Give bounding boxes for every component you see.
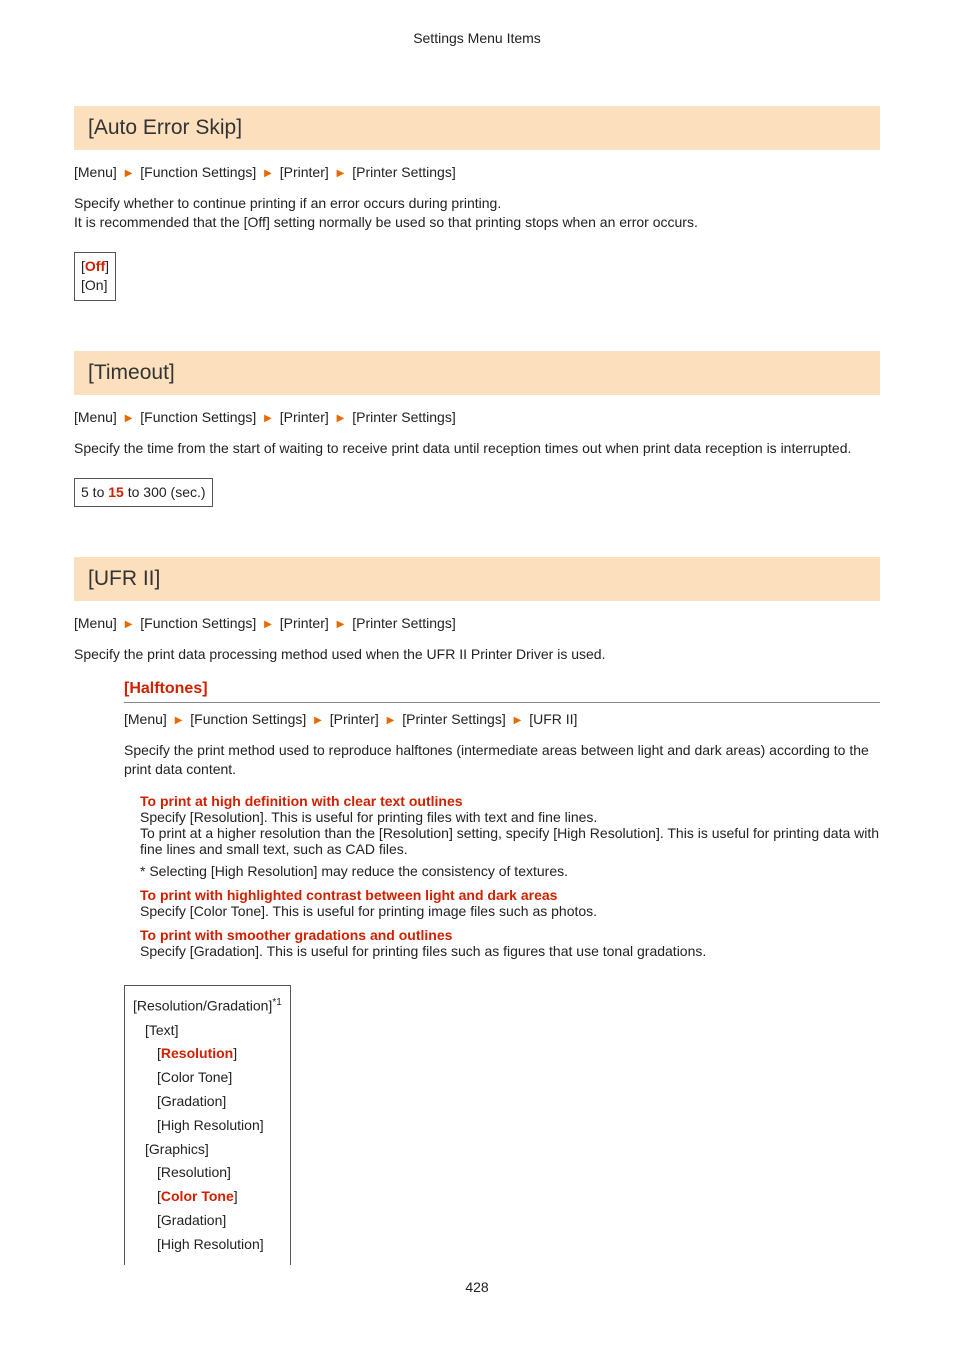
breadcrumb-item: [UFR II] [529, 711, 577, 727]
chevron-right-icon: ▶ [125, 168, 133, 179]
breadcrumb-item: [Function Settings] [140, 409, 256, 425]
chevron-right-icon: ▶ [175, 715, 183, 726]
breadcrumb-item: [Printer] [280, 409, 329, 425]
section-heading-timeout: [Timeout] [74, 351, 880, 395]
halftones-p1-head: To print at high definition with clear t… [140, 793, 880, 809]
halftones-p1-l1: Specify [Resolution]. This is useful for… [140, 809, 880, 825]
option-on: [On] [81, 276, 109, 296]
breadcrumb-item: [Printer Settings] [352, 615, 456, 631]
breadcrumb-item: [Menu] [74, 409, 117, 425]
halftones-p3-head: To print with smoother gradations and ou… [140, 927, 880, 943]
breadcrumb-item: [Menu] [74, 164, 117, 180]
breadcrumb-item: [Printer] [280, 615, 329, 631]
halftones-p1-note: * Selecting [High Resolution] may reduce… [140, 863, 880, 879]
page-content: Settings Menu Items [Auto Error Skip] [M… [0, 0, 954, 1335]
chevron-right-icon: ▶ [337, 619, 345, 630]
halftones-para-3: To print with smoother gradations and ou… [140, 927, 880, 959]
opt-row-g-color-tone: [Color Tone] [133, 1185, 282, 1209]
section-heading-ufr-ii: [UFR II] [74, 557, 880, 601]
breadcrumb-item: [Function Settings] [140, 615, 256, 631]
chevron-right-icon: ▶ [314, 715, 322, 726]
breadcrumb-item: [Printer Settings] [352, 164, 456, 180]
sub-heading-halftones: [Halftones] [124, 680, 880, 703]
breadcrumb-halftones: [Menu] ▶ [Function Settings] ▶ [Printer]… [124, 711, 880, 727]
chevron-right-icon: ▶ [264, 413, 272, 424]
opt-row-high-resolution: [High Resolution] [133, 1114, 282, 1138]
breadcrumb-item: [Printer] [330, 711, 379, 727]
chevron-right-icon: ▶ [264, 168, 272, 179]
opt-row-g-resolution: [Resolution] [133, 1161, 282, 1185]
description-auto-error-skip: Specify whether to continue printing if … [74, 194, 880, 232]
halftones-para-2: To print with highlighted contrast betwe… [140, 887, 880, 919]
halftones-p2-l1: Specify [Color Tone]. This is useful for… [140, 903, 880, 919]
option-box-auto-error-skip: [Off] [On] [74, 252, 116, 301]
opt-row-resolution: [Resolution] [133, 1042, 282, 1066]
breadcrumb-item: [Function Settings] [140, 164, 256, 180]
breadcrumb-timeout: [Menu] ▶ [Function Settings] ▶ [Printer]… [74, 409, 880, 425]
option-off: [Off] [81, 257, 109, 277]
halftones-intro: Specify the print method used to reprodu… [124, 741, 880, 779]
opt-row-graphics: [Graphics] [133, 1138, 282, 1162]
opt-row-rg: [Resolution/Gradation]*1 [133, 994, 282, 1018]
chevron-right-icon: ▶ [387, 715, 395, 726]
opt-row-g-gradation: [Gradation] [133, 1209, 282, 1233]
option-box-timeout: 5 to 15 to 300 (sec.) [74, 478, 213, 508]
breadcrumb-item: [Function Settings] [190, 711, 306, 727]
chevron-right-icon: ▶ [264, 619, 272, 630]
sub-section-halftones: [Halftones] [Menu] ▶ [Function Settings]… [124, 680, 880, 1264]
chevron-right-icon: ▶ [514, 715, 522, 726]
opt-row-color-tone: [Color Tone] [133, 1066, 282, 1090]
chevron-right-icon: ▶ [125, 413, 133, 424]
page-header: Settings Menu Items [74, 30, 880, 46]
option-table-halftones: [Resolution/Gradation]*1 [Text] [Resolut… [124, 985, 291, 1264]
opt-row-g-high-resolution: [High Resolution] [133, 1233, 282, 1257]
breadcrumb-item: [Printer Settings] [402, 711, 506, 727]
opt-row-gradation: [Gradation] [133, 1090, 282, 1114]
section-heading-auto-error-skip: [Auto Error Skip] [74, 106, 880, 150]
opt-row-text: [Text] [133, 1019, 282, 1043]
halftones-p1-l2: To print at a higher resolution than the… [140, 825, 880, 857]
breadcrumb-ufr-ii: [Menu] ▶ [Function Settings] ▶ [Printer]… [74, 615, 880, 631]
halftones-p2-head: To print with highlighted contrast betwe… [140, 887, 880, 903]
description-ufr-ii: Specify the print data processing method… [74, 645, 880, 664]
breadcrumb-item: [Printer Settings] [352, 409, 456, 425]
description-timeout: Specify the time from the start of waiti… [74, 439, 880, 458]
breadcrumb-item: [Menu] [74, 615, 117, 631]
page-number: 428 [74, 1279, 880, 1295]
chevron-right-icon: ▶ [337, 413, 345, 424]
breadcrumb-item: [Menu] [124, 711, 167, 727]
chevron-right-icon: ▶ [125, 619, 133, 630]
breadcrumb-item: [Printer] [280, 164, 329, 180]
halftones-p3-l1: Specify [Gradation]. This is useful for … [140, 943, 880, 959]
breadcrumb-auto-error-skip: [Menu] ▶ [Function Settings] ▶ [Printer]… [74, 164, 880, 180]
chevron-right-icon: ▶ [337, 168, 345, 179]
halftones-para-1: To print at high definition with clear t… [140, 793, 880, 879]
